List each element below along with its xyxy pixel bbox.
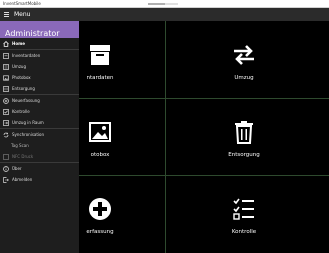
sidebar-item-label: Entsorgung (12, 86, 35, 91)
user-header: Administrator (0, 21, 79, 38)
info-icon (3, 165, 9, 172)
sync-icon (3, 132, 9, 138)
window-titlebar: InventSmartMobile (0, 0, 329, 8)
sidebar-item-abmelden[interactable]: Abmelden (0, 174, 79, 185)
sidebar-item-entsorgung[interactable]: Entsorgung (0, 83, 79, 94)
sidebar-item-synchronisation[interactable]: Synchronisation (0, 129, 79, 140)
sidebar-item-label: Umzug in Raum (12, 120, 44, 125)
sidebar-item-label: Umzug (12, 64, 26, 69)
add-icon (3, 97, 9, 104)
sidebar-item-inventardaten[interactable]: Inventardaten (0, 50, 79, 61)
tile-kontrolle[interactable]: Kontrolle (201, 175, 287, 252)
sidebar-item-label: Home (12, 41, 25, 46)
sidebar-item-umzug-in-raum[interactable]: Umzug in Raum (0, 117, 79, 128)
sidebar-item-kontrolle[interactable]: Kontrolle (0, 106, 79, 117)
sidebar-item-nfc-druck[interactable]: NFC Druck (0, 151, 79, 162)
checklist-icon (3, 108, 9, 115)
checklist-icon (201, 197, 287, 223)
tile-label: Entsorgung (228, 152, 260, 158)
sidebar-item-label: Synchronisation (12, 132, 45, 137)
inventory-icon (3, 52, 9, 59)
move-icon (3, 63, 9, 70)
photo-icon (3, 74, 9, 81)
sidebar-item-label: Inventardaten (12, 53, 41, 58)
swap-arrows-icon (201, 43, 287, 69)
trash-icon (201, 120, 287, 146)
tile-label: Umzug (234, 75, 254, 81)
navigation-pane: Administrator Home Inventardaten Umzug P… (0, 21, 79, 253)
sidebar-item-ueber[interactable]: Über (0, 163, 79, 174)
menu-label: Menu (14, 11, 31, 18)
logout-icon (3, 176, 9, 183)
loading-progress-fill (148, 3, 165, 5)
hamburger-menu-icon[interactable] (4, 12, 9, 17)
sidebar-item-photobox[interactable]: Photobox (0, 72, 79, 83)
home-icon (3, 40, 9, 47)
app-header: Menu (0, 8, 329, 21)
grid-divider-vertical (165, 21, 166, 253)
sidebar-item-tag-scan[interactable]: Tag Scan (0, 140, 79, 151)
loading-progress-bar (148, 3, 178, 5)
user-name: Administrator (5, 29, 60, 38)
sidebar-item-label: Abmelden (12, 177, 33, 182)
sidebar-item-label: Kontrolle (12, 109, 30, 114)
sidebar-item-label: Neuerfassung (12, 98, 40, 103)
tile-label: Kontrolle (231, 229, 257, 235)
sidebar-item-label: Photobox (12, 75, 31, 80)
sidebar-item-neuerfassung[interactable]: Neuerfassung (0, 95, 79, 106)
sidebar-item-umzug[interactable]: Umzug (0, 61, 79, 72)
nfc-print-icon (3, 153, 9, 160)
disposal-icon (3, 85, 9, 92)
sidebar-item-label: Tag Scan (11, 143, 29, 148)
sidebar-item-home[interactable]: Home (0, 38, 79, 49)
home-tile-grid: ntardaten Umzug otobox Entsorgung erfass… (79, 21, 329, 253)
tile-entsorgung[interactable]: Entsorgung (201, 98, 287, 175)
move-room-icon (3, 119, 9, 126)
sidebar-item-label: Über (12, 166, 22, 171)
sidebar-item-label: NFC Druck (12, 154, 34, 159)
tile-umzug[interactable]: Umzug (201, 21, 287, 98)
window-title: InventSmartMobile (3, 1, 41, 6)
